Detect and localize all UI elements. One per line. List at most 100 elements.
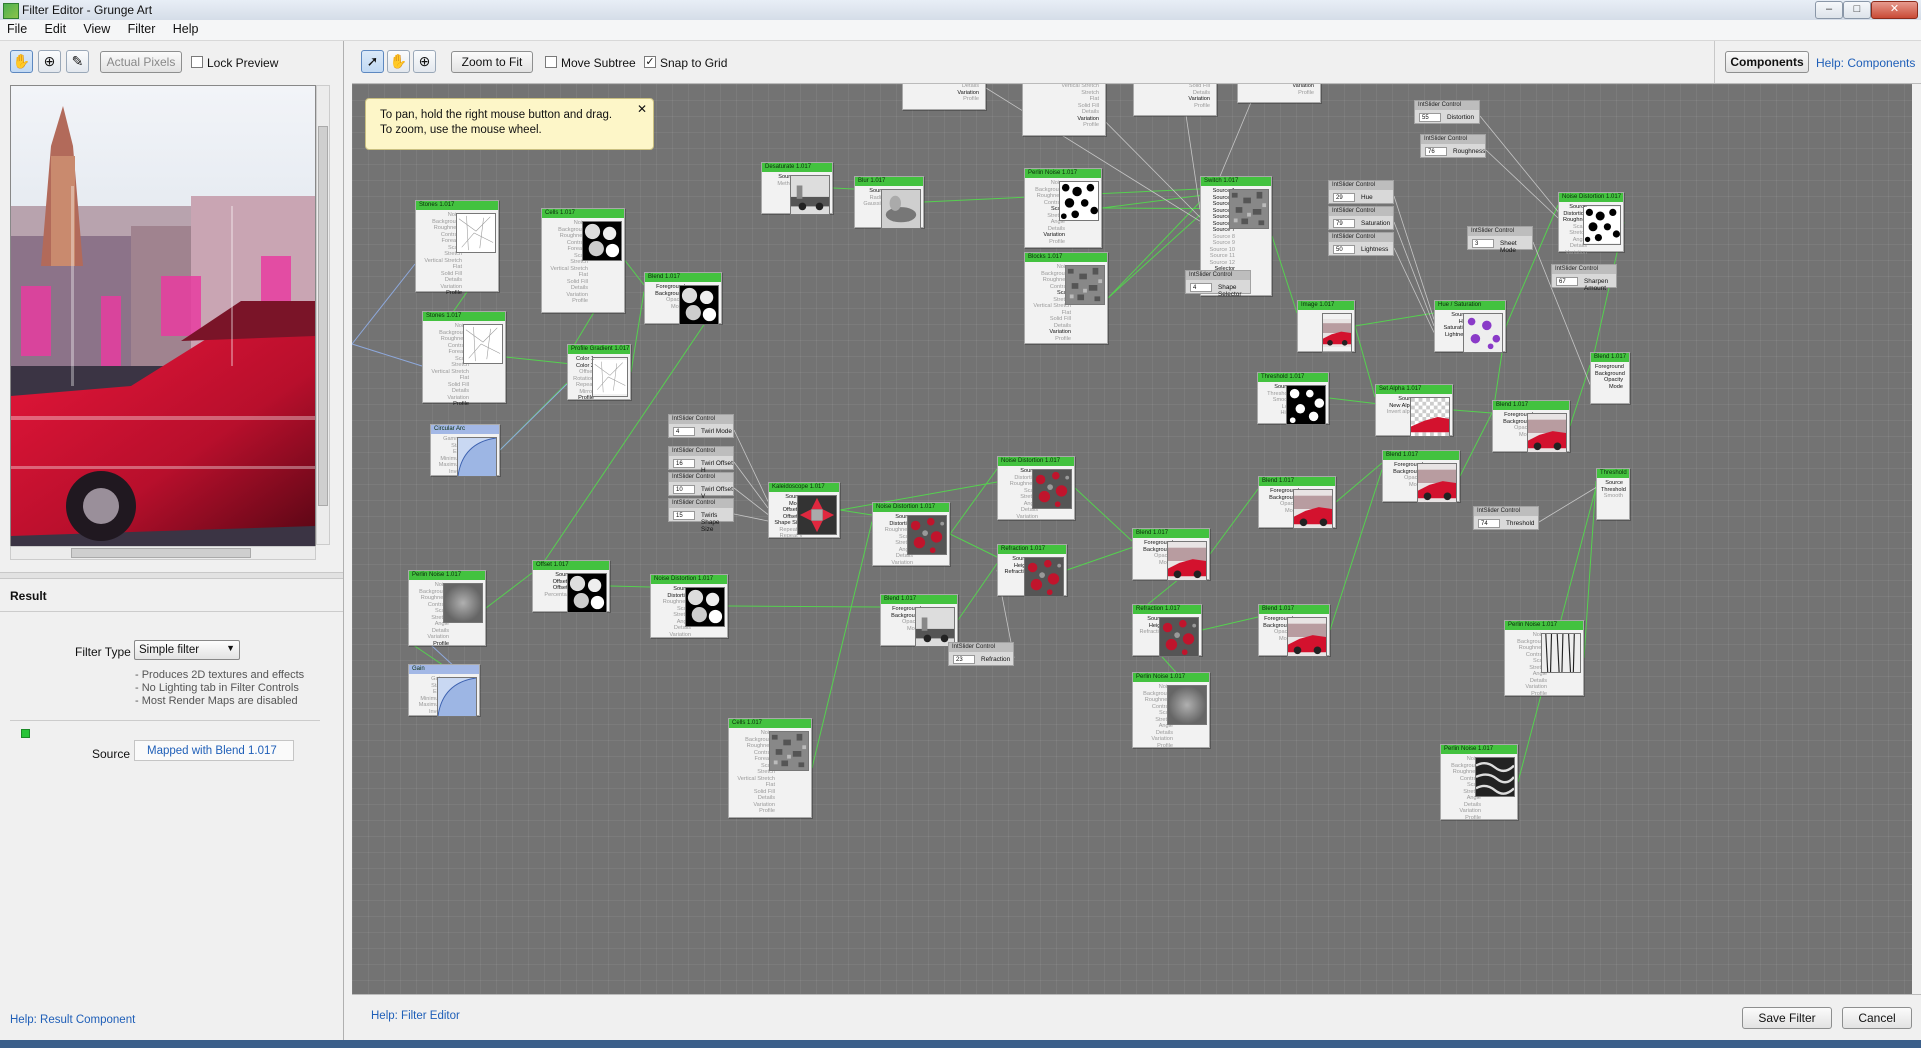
graph-node[interactable]: Blend 1.017 Foreground Background Opacity Mo… bbox=[1132, 528, 1210, 580]
graph-node[interactable]: Perlin Noise 1.017 Noise Background Roughne… bbox=[408, 570, 486, 646]
slider-value[interactable]: 76 bbox=[1425, 147, 1447, 156]
node-port[interactable]: Variation bbox=[1563, 250, 1587, 257]
intslider-control-node[interactable]: IntSlider Control 10 Twirl Offset V bbox=[668, 472, 734, 496]
graph-node[interactable]: Stones 1.017 Noise Background Roughness Cont… bbox=[422, 311, 506, 403]
graph-node[interactable]: Perlin Noise 1.017 Noise Background Roughne… bbox=[1440, 744, 1518, 820]
preview-vertical-scrollbar[interactable] bbox=[316, 85, 330, 545]
help-components-link[interactable]: Help: Components bbox=[1816, 56, 1915, 70]
components-button[interactable]: Components bbox=[1725, 51, 1809, 73]
actual-pixels-button[interactable]: Actual Pixels bbox=[100, 51, 182, 73]
graph-node[interactable]: Kaleidoscope 1.017 Source Mode Offset H Offs… bbox=[768, 482, 840, 538]
help-result-link[interactable]: Help: Result Component bbox=[10, 1014, 135, 1026]
select-tool-icon[interactable]: ➚ bbox=[361, 50, 384, 73]
snap-to-grid-checkbox[interactable]: ✓ bbox=[644, 56, 656, 68]
slider-value[interactable]: 4 bbox=[1190, 283, 1212, 292]
intslider-control-node[interactable]: IntSlider Control 15 Twirls Shape Size bbox=[668, 498, 734, 522]
graph-node[interactable]: Perlin Noise 1.017 Noise Background Roughne… bbox=[1024, 168, 1102, 248]
graph-node[interactable]: Blend 1.017 Foreground Background Opacity Mo… bbox=[1492, 400, 1570, 452]
graph-node[interactable]: Refraction 1.017 Source Height Refraction bbox=[1132, 604, 1202, 656]
node-port[interactable]: Profile bbox=[420, 290, 462, 297]
graph-node[interactable]: Blend 1.017 Foreground Background Opacity Mo… bbox=[1258, 476, 1336, 528]
graph-node[interactable]: Noise Distortion 1.017 Source Distortion Ro… bbox=[1558, 192, 1624, 252]
minimize-button[interactable]: – bbox=[1815, 1, 1843, 19]
intslider-control-node[interactable]: IntSlider Control 50 Lightness bbox=[1328, 232, 1394, 256]
hand-tool-icon[interactable]: ✋ bbox=[10, 50, 33, 73]
zoom-tool-icon[interactable]: ⊕ bbox=[413, 50, 436, 73]
graph-node[interactable]: GainGainStartEndMinimumMaximumInvert bbox=[408, 664, 480, 716]
slider-value[interactable]: 3 bbox=[1472, 239, 1494, 248]
graph-node-partial[interactable]: Details Variation Profile bbox=[902, 84, 986, 110]
slider-value[interactable]: 67 bbox=[1556, 277, 1578, 286]
graph-node[interactable]: Hue / Saturation Source Hue Saturation Light… bbox=[1434, 300, 1506, 352]
graph-node[interactable]: Stones 1.017 Noise Background Roughness Cont… bbox=[415, 200, 499, 292]
slider-value[interactable]: 29 bbox=[1333, 193, 1355, 202]
slider-value[interactable]: 74 bbox=[1478, 519, 1500, 528]
graph-node[interactable]: Blur 1.017 Source Radius Gaussian bbox=[854, 176, 924, 228]
graph-node[interactable]: Blocks 1.017 Noise Background Roughness Cont… bbox=[1024, 252, 1108, 344]
cancel-button[interactable]: Cancel bbox=[1842, 1007, 1912, 1029]
node-port[interactable]: Profile bbox=[572, 395, 594, 402]
node-port[interactable]: Variation bbox=[877, 560, 913, 567]
slider-value[interactable]: 23 bbox=[953, 655, 975, 664]
intslider-control-node[interactable]: IntSlider Control 23 Refraction bbox=[948, 642, 1014, 666]
graph-node[interactable]: Threshold 1.017 Source Threshold Smooth Low H… bbox=[1257, 372, 1329, 424]
filter-graph-canvas[interactable]: Stones 1.017 Noise Background Roughness Cont… bbox=[352, 84, 1912, 994]
lock-preview-checkbox[interactable] bbox=[191, 56, 203, 68]
graph-node[interactable]: Offset 1.017 Source Offset H Offset V Percen… bbox=[532, 560, 610, 612]
node-port[interactable]: Repeat bbox=[572, 382, 594, 389]
graph-node[interactable]: Noise Distortion 1.017 Source Distortion Ro… bbox=[872, 502, 950, 566]
slider-value[interactable]: 55 bbox=[1419, 113, 1441, 122]
node-port[interactable]: Profile bbox=[546, 298, 588, 305]
menu-edit[interactable]: Edit bbox=[38, 20, 74, 36]
node-port[interactable]: Profile bbox=[1138, 103, 1210, 110]
graph-node[interactable]: Cells 1.017 Noise Background Roughness Contr… bbox=[541, 208, 625, 313]
graph-node[interactable]: Perlin Noise 1.017 Noise Background Roughne… bbox=[1132, 672, 1210, 748]
menu-help[interactable]: Help bbox=[166, 20, 206, 36]
graph-node[interactable]: Blend 1.017 Foreground Background Opacity Mo… bbox=[1382, 450, 1460, 502]
graph-node[interactable]: Profile Gradient 1.017 Color 1 Color 2 Offs… bbox=[567, 344, 631, 400]
node-port[interactable]: Variation bbox=[655, 632, 691, 639]
intslider-control-node[interactable]: IntSlider Control 79 Saturation bbox=[1328, 206, 1394, 230]
intslider-control-node[interactable]: IntSlider Control 74 Threshold bbox=[1473, 506, 1539, 530]
save-filter-button[interactable]: Save Filter bbox=[1742, 1007, 1832, 1029]
source-field[interactable]: Mapped with Blend 1.017 bbox=[134, 740, 294, 761]
node-port[interactable]: Profile bbox=[907, 96, 979, 103]
slider-value[interactable]: 10 bbox=[673, 485, 695, 494]
filter-type-select[interactable]: Simple filter ▼ bbox=[134, 640, 240, 660]
help-filter-editor-link[interactable]: Help: Filter Editor bbox=[371, 1010, 460, 1022]
close-button[interactable]: ✕ bbox=[1871, 1, 1918, 19]
graph-node[interactable]: Noise Distortion 1.017 Source Distortion Ro… bbox=[650, 574, 728, 638]
maximize-button[interactable]: □ bbox=[1843, 1, 1871, 19]
slider-value[interactable]: 4 bbox=[673, 427, 695, 436]
graph-node[interactable]: Circular ArcGammaStartEndMinimumMaximumI… bbox=[430, 424, 500, 476]
graph-node[interactable]: Blend 1.017 Foreground Background Opacity Mo… bbox=[1590, 352, 1630, 404]
preview-horizontal-scrollbar[interactable] bbox=[10, 546, 316, 560]
slider-value[interactable]: 79 bbox=[1333, 219, 1355, 228]
preview-image[interactable] bbox=[10, 85, 316, 547]
node-port[interactable]: Profile bbox=[1445, 815, 1481, 822]
graph-node[interactable]: Image 1.017 bbox=[1297, 300, 1355, 352]
graph-node[interactable]: Blend 1.017 Foreground Background Opacity Mo… bbox=[644, 272, 722, 324]
intslider-control-node[interactable]: IntSlider Control 16 Twirl Offset H bbox=[668, 446, 734, 470]
pan-tool-icon[interactable]: ✋ bbox=[387, 50, 410, 73]
node-port[interactable]: Source 11 bbox=[1205, 253, 1235, 260]
node-port[interactable]: Foreground bbox=[1595, 364, 1623, 371]
node-port[interactable]: Source bbox=[1601, 480, 1623, 487]
close-icon[interactable]: ✕ bbox=[637, 102, 647, 116]
graph-node-partial[interactable]: Vertical Stretch Stretch Flat Solid Fill Det… bbox=[1022, 84, 1106, 136]
slider-value[interactable]: 16 bbox=[673, 459, 695, 468]
node-port[interactable]: Profile bbox=[413, 641, 449, 648]
node-port[interactable]: Profile bbox=[1509, 691, 1547, 698]
graph-node[interactable]: Threshold 1.017 SourceThresholdSmooth bbox=[1596, 468, 1630, 520]
intslider-control-node[interactable]: IntSlider Control 67 Sharpen Amount bbox=[1551, 264, 1617, 288]
graph-node[interactable]: Set Alpha 1.017 Source New Alpha Invert alp… bbox=[1375, 384, 1453, 436]
panel-splitter[interactable] bbox=[0, 572, 343, 579]
menu-file[interactable]: File bbox=[0, 20, 34, 36]
graph-node[interactable]: Refraction 1.017 Source Height Refraction bbox=[997, 544, 1067, 596]
zoom-tool-icon[interactable]: ⊕ bbox=[38, 50, 61, 73]
node-port[interactable]: Profile bbox=[1137, 743, 1173, 750]
node-port[interactable]: Mode bbox=[1595, 384, 1623, 391]
intslider-control-node[interactable]: IntSlider Control 55 Distortion bbox=[1414, 100, 1480, 124]
intslider-control-node[interactable]: IntSlider Control 29 Hue bbox=[1328, 180, 1394, 204]
intslider-control-node[interactable]: IntSlider Control 76 Roughness bbox=[1420, 134, 1486, 158]
